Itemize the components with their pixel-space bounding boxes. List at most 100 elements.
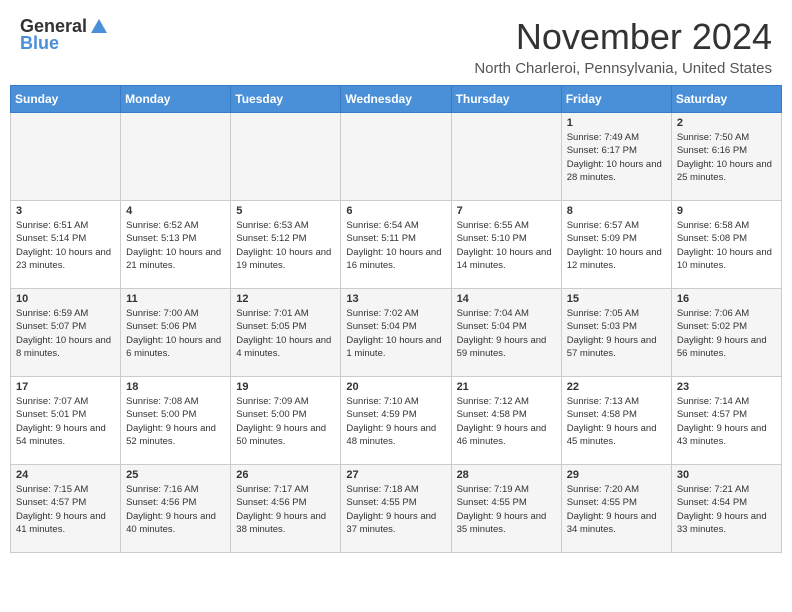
- day-info: Sunrise: 7:05 AM Sunset: 5:03 PM Dayligh…: [567, 307, 666, 360]
- calendar-cell: 27Sunrise: 7:18 AM Sunset: 4:55 PM Dayli…: [341, 465, 451, 553]
- calendar-cell: 6Sunrise: 6:54 AM Sunset: 5:11 PM Daylig…: [341, 201, 451, 289]
- day-header-wednesday: Wednesday: [341, 86, 451, 113]
- day-info: Sunrise: 7:21 AM Sunset: 4:54 PM Dayligh…: [677, 483, 776, 536]
- calendar-cell: 9Sunrise: 6:58 AM Sunset: 5:08 PM Daylig…: [671, 201, 781, 289]
- day-info: Sunrise: 7:01 AM Sunset: 5:05 PM Dayligh…: [236, 307, 335, 360]
- day-number: 18: [126, 381, 225, 393]
- calendar-cell: [121, 113, 231, 201]
- day-info: Sunrise: 6:53 AM Sunset: 5:12 PM Dayligh…: [236, 219, 335, 272]
- day-info: Sunrise: 7:19 AM Sunset: 4:55 PM Dayligh…: [457, 483, 556, 536]
- day-info: Sunrise: 7:17 AM Sunset: 4:56 PM Dayligh…: [236, 483, 335, 536]
- day-info: Sunrise: 7:16 AM Sunset: 4:56 PM Dayligh…: [126, 483, 225, 536]
- day-number: 22: [567, 381, 666, 393]
- day-number: 11: [126, 293, 225, 305]
- day-info: Sunrise: 7:50 AM Sunset: 6:16 PM Dayligh…: [677, 131, 776, 184]
- logo: General Blue: [20, 16, 109, 54]
- day-info: Sunrise: 6:57 AM Sunset: 5:09 PM Dayligh…: [567, 219, 666, 272]
- day-number: 30: [677, 469, 776, 481]
- day-number: 21: [457, 381, 556, 393]
- day-info: Sunrise: 6:59 AM Sunset: 5:07 PM Dayligh…: [16, 307, 115, 360]
- day-info: Sunrise: 7:14 AM Sunset: 4:57 PM Dayligh…: [677, 395, 776, 448]
- calendar-cell: 22Sunrise: 7:13 AM Sunset: 4:58 PM Dayli…: [561, 377, 671, 465]
- day-info: Sunrise: 7:20 AM Sunset: 4:55 PM Dayligh…: [567, 483, 666, 536]
- day-number: 16: [677, 293, 776, 305]
- day-number: 4: [126, 205, 225, 217]
- day-info: Sunrise: 7:04 AM Sunset: 5:04 PM Dayligh…: [457, 307, 556, 360]
- day-number: 7: [457, 205, 556, 217]
- calendar-cell: [451, 113, 561, 201]
- calendar-cell: 15 Sunrise: 7:05 AM Sunset: 5:03 PM Dayli…: [561, 289, 671, 377]
- day-info: Sunrise: 7:00 AM Sunset: 5:06 PM Dayligh…: [126, 307, 225, 360]
- calendar-cell: 28Sunrise: 7:19 AM Sunset: 4:55 PM Dayli…: [451, 465, 561, 553]
- calendar-cell: 2 Sunrise: 7:50 AM Sunset: 6:16 PM Daylig…: [671, 113, 781, 201]
- day-header-saturday: Saturday: [671, 86, 781, 113]
- calendar-cell: 20 Sunrise: 7:10 AM Sunset: 4:59 PM Dayli…: [341, 377, 451, 465]
- day-number: 17: [16, 381, 115, 393]
- calendar-cell: 29Sunrise: 7:20 AM Sunset: 4:55 PM Dayli…: [561, 465, 671, 553]
- logo-icon: [89, 17, 109, 37]
- day-number: 27: [346, 469, 445, 481]
- day-number: 14: [457, 293, 556, 305]
- calendar-cell: 11 Sunrise: 7:00 AM Sunset: 5:06 PM Dayli…: [121, 289, 231, 377]
- day-number: 19: [236, 381, 335, 393]
- calendar-cell: 8 Sunrise: 6:57 AM Sunset: 5:09 PM Daylig…: [561, 201, 671, 289]
- logo-blue-text: Blue: [20, 33, 59, 54]
- day-number: 13: [346, 293, 445, 305]
- day-number: 1: [567, 117, 666, 129]
- day-number: 3: [16, 205, 115, 217]
- calendar-cell: 4Sunrise: 6:52 AM Sunset: 5:13 PM Daylig…: [121, 201, 231, 289]
- calendar-cell: 19 Sunrise: 7:09 AM Sunset: 5:00 PM Dayli…: [231, 377, 341, 465]
- day-number: 20: [346, 381, 445, 393]
- calendar-week-5: 24 Sunrise: 7:15 AM Sunset: 4:57 PM Dayli…: [11, 465, 782, 553]
- day-info: Sunrise: 7:09 AM Sunset: 5:00 PM Dayligh…: [236, 395, 335, 448]
- month-title: November 2024: [474, 16, 772, 58]
- day-info: Sunrise: 7:10 AM Sunset: 4:59 PM Dayligh…: [346, 395, 445, 448]
- header-row: SundayMondayTuesdayWednesdayThursdayFrid…: [11, 86, 782, 113]
- calendar-cell: 14 Sunrise: 7:04 AM Sunset: 5:04 PM Dayli…: [451, 289, 561, 377]
- day-info: Sunrise: 6:51 AM Sunset: 5:14 PM Dayligh…: [16, 219, 115, 272]
- calendar-week-2: 3 Sunrise: 6:51 AM Sunset: 5:14 PM Daylig…: [11, 201, 782, 289]
- day-number: 23: [677, 381, 776, 393]
- day-number: 26: [236, 469, 335, 481]
- location-text: North Charleroi, Pennsylvania, United St…: [474, 60, 772, 77]
- calendar-cell: 26 Sunrise: 7:17 AM Sunset: 4:56 PM Dayli…: [231, 465, 341, 553]
- calendar-cell: 5 Sunrise: 6:53 AM Sunset: 5:12 PM Daylig…: [231, 201, 341, 289]
- day-info: Sunrise: 7:02 AM Sunset: 5:04 PM Dayligh…: [346, 307, 445, 360]
- day-info: Sunrise: 7:12 AM Sunset: 4:58 PM Dayligh…: [457, 395, 556, 448]
- day-number: 8: [567, 205, 666, 217]
- day-info: Sunrise: 6:55 AM Sunset: 5:10 PM Dayligh…: [457, 219, 556, 272]
- day-info: Sunrise: 7:06 AM Sunset: 5:02 PM Dayligh…: [677, 307, 776, 360]
- calendar-cell: 12Sunrise: 7:01 AM Sunset: 5:05 PM Dayli…: [231, 289, 341, 377]
- day-info: Sunrise: 7:15 AM Sunset: 4:57 PM Dayligh…: [16, 483, 115, 536]
- calendar-cell: 3 Sunrise: 6:51 AM Sunset: 5:14 PM Daylig…: [11, 201, 121, 289]
- calendar-week-4: 17 Sunrise: 7:07 AM Sunset: 5:01 PM Dayli…: [11, 377, 782, 465]
- calendar-cell: 16 Sunrise: 7:06 AM Sunset: 5:02 PM Dayli…: [671, 289, 781, 377]
- calendar-cell: [341, 113, 451, 201]
- calendar-cell: 23 Sunrise: 7:14 AM Sunset: 4:57 PM Dayli…: [671, 377, 781, 465]
- calendar-cell: 13 Sunrise: 7:02 AM Sunset: 5:04 PM Dayli…: [341, 289, 451, 377]
- day-number: 2: [677, 117, 776, 129]
- calendar-cell: 10 Sunrise: 6:59 AM Sunset: 5:07 PM Dayli…: [11, 289, 121, 377]
- calendar-week-3: 10 Sunrise: 6:59 AM Sunset: 5:07 PM Dayli…: [11, 289, 782, 377]
- calendar-cell: [11, 113, 121, 201]
- calendar-cell: 30 Sunrise: 7:21 AM Sunset: 4:54 PM Dayli…: [671, 465, 781, 553]
- day-info: Sunrise: 7:07 AM Sunset: 5:01 PM Dayligh…: [16, 395, 115, 448]
- page-header: General Blue November 2024 North Charler…: [0, 0, 792, 85]
- day-number: 24: [16, 469, 115, 481]
- day-number: 15: [567, 293, 666, 305]
- day-header-tuesday: Tuesday: [231, 86, 341, 113]
- day-number: 10: [16, 293, 115, 305]
- day-number: 5: [236, 205, 335, 217]
- calendar-cell: 1 Sunrise: 7:49 AM Sunset: 6:17 PM Daylig…: [561, 113, 671, 201]
- calendar-cell: 21 Sunrise: 7:12 AM Sunset: 4:58 PM Dayli…: [451, 377, 561, 465]
- day-number: 25: [126, 469, 225, 481]
- title-section: November 2024 North Charleroi, Pennsylva…: [474, 16, 772, 77]
- day-header-monday: Monday: [121, 86, 231, 113]
- day-number: 9: [677, 205, 776, 217]
- calendar-cell: 24 Sunrise: 7:15 AM Sunset: 4:57 PM Dayli…: [11, 465, 121, 553]
- calendar-cell: [231, 113, 341, 201]
- calendar-table: SundayMondayTuesdayWednesdayThursdayFrid…: [10, 85, 782, 553]
- day-header-sunday: Sunday: [11, 86, 121, 113]
- day-info: Sunrise: 7:49 AM Sunset: 6:17 PM Dayligh…: [567, 131, 666, 184]
- day-header-friday: Friday: [561, 86, 671, 113]
